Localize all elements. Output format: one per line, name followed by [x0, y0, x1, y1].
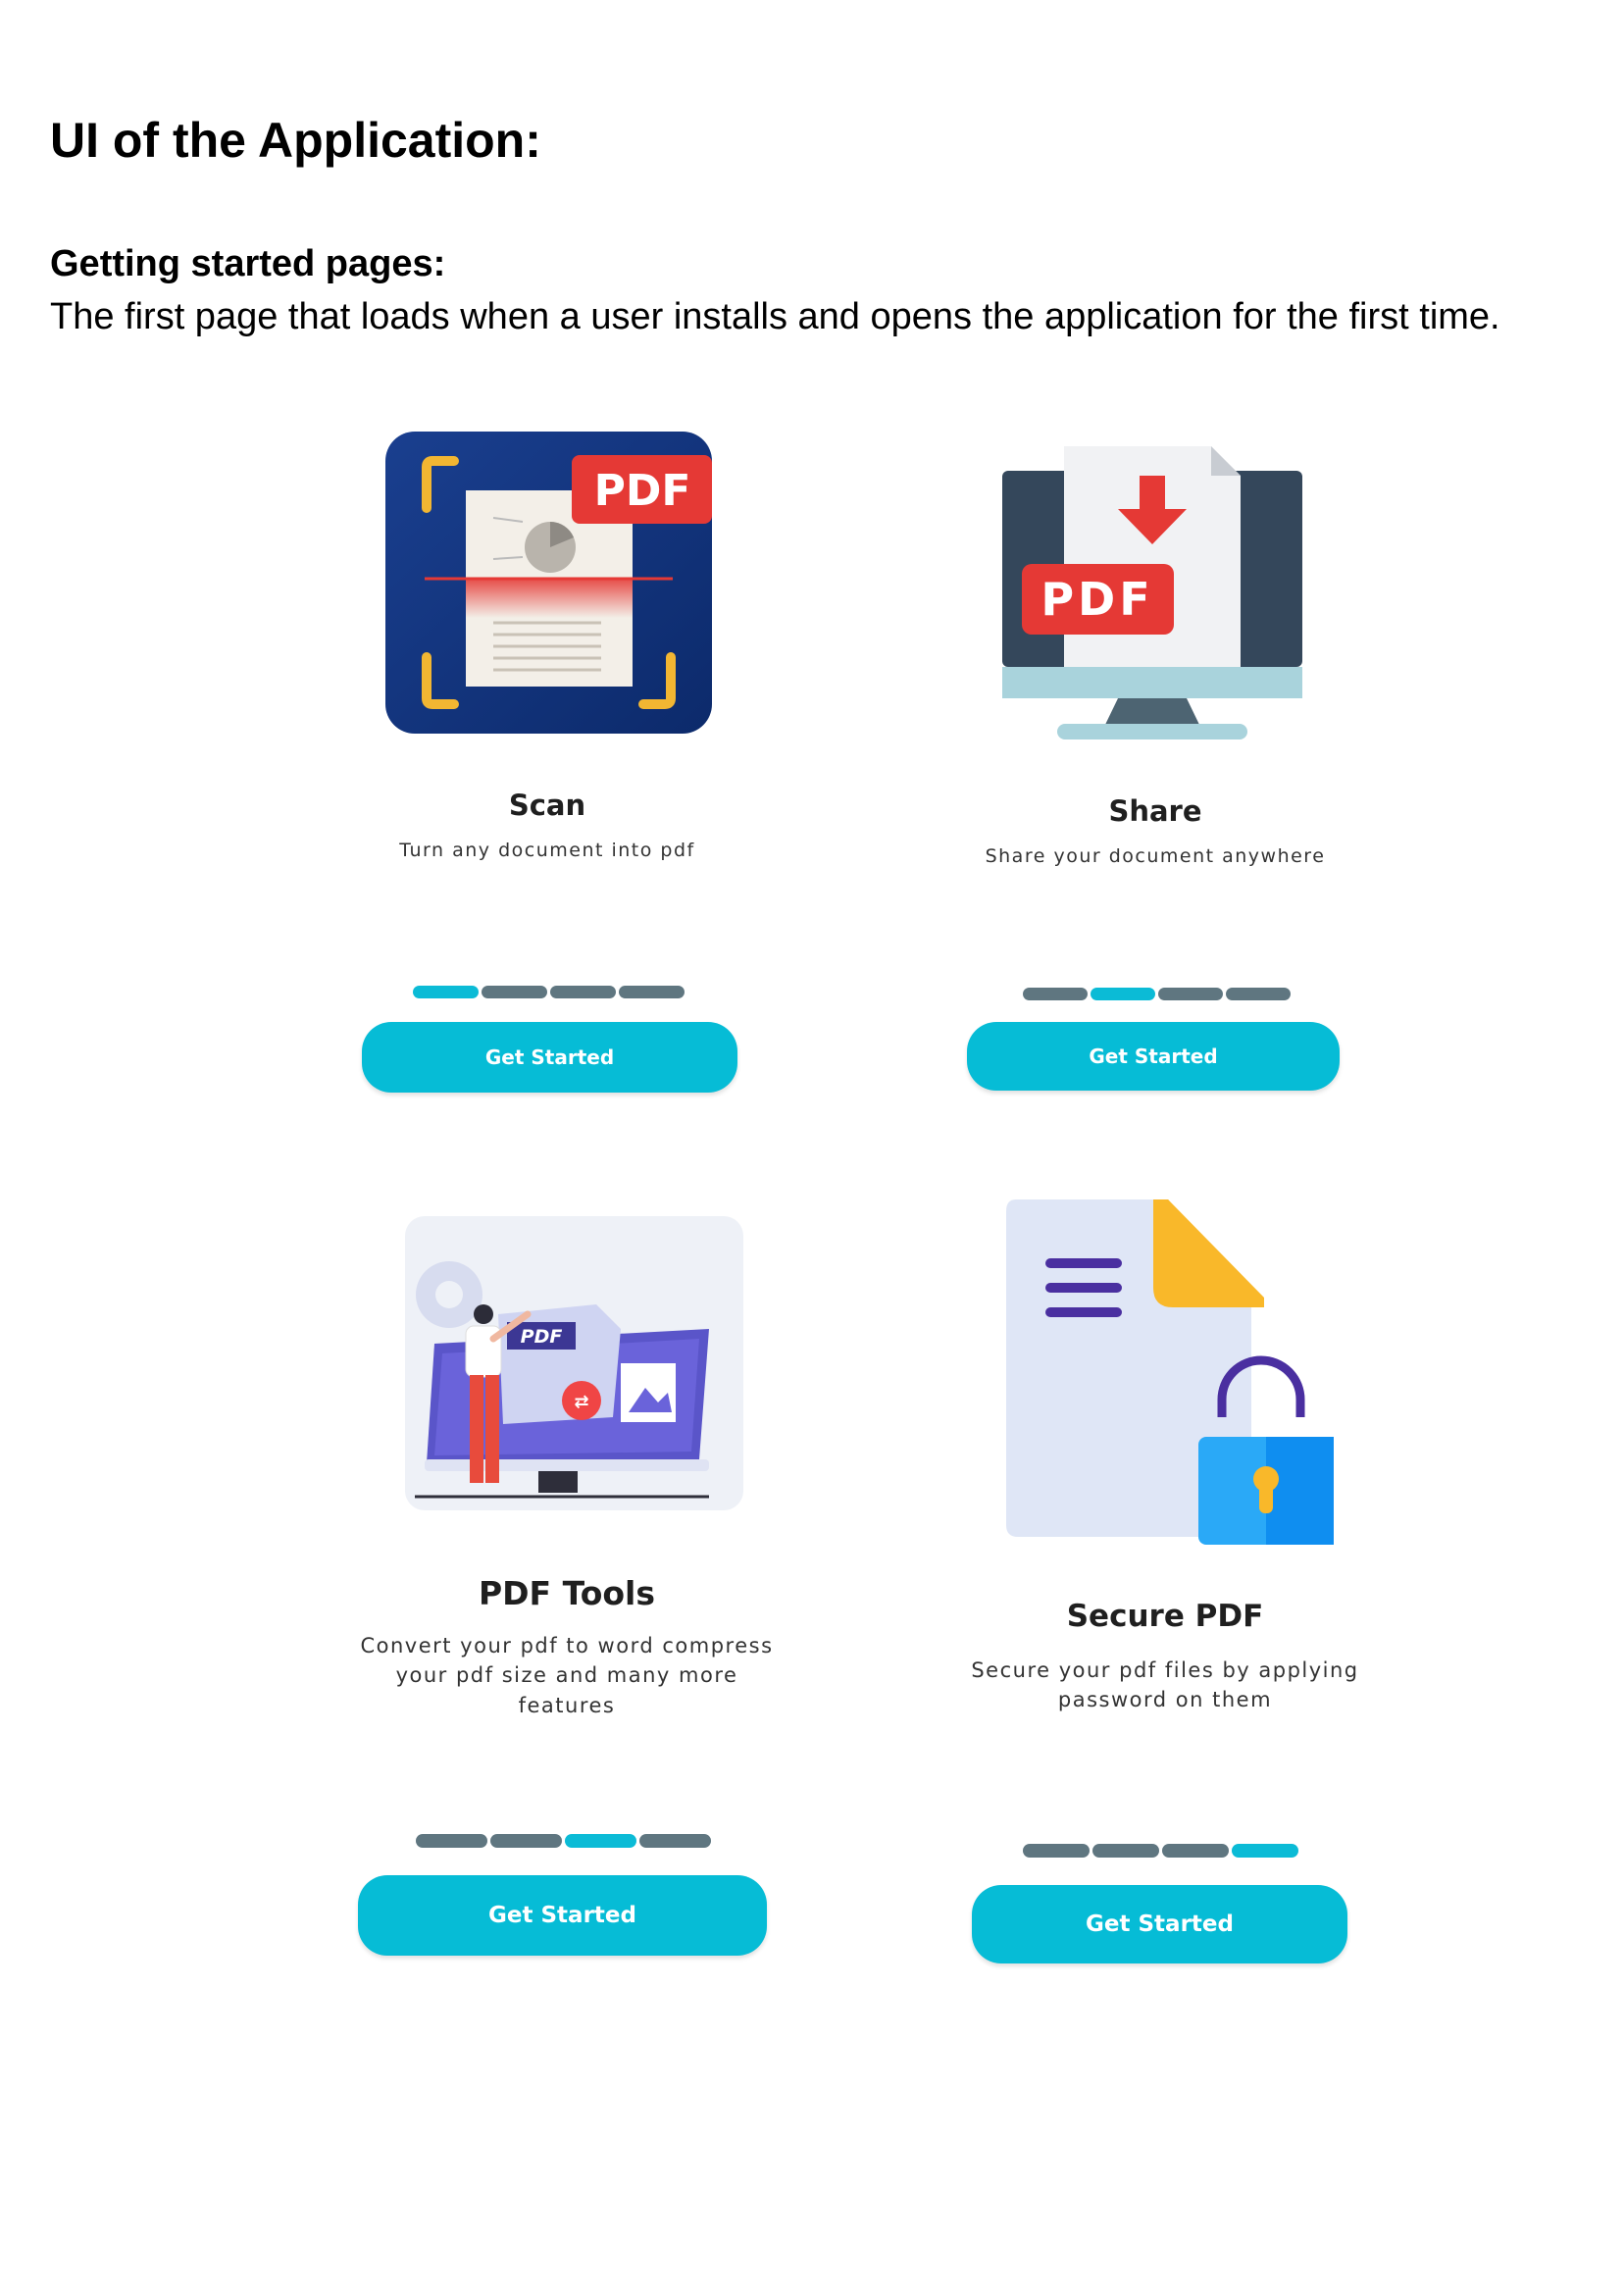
get-started-button[interactable]: Get Started — [972, 1885, 1347, 1963]
onboarding-screen-pdf-tools: PDF ⇄ PDF Tools Convert your pdf to word… — [292, 1192, 841, 1976]
page-dot-4 — [1226, 988, 1291, 1000]
document-title: UI of the Application: — [50, 113, 541, 168]
onboarding-screen-scan: PDF Scan Turn any document into pdf Get … — [273, 422, 822, 1108]
subtitle-line-2: password on them — [1057, 1688, 1273, 1712]
get-started-button[interactable]: Get Started — [362, 1022, 737, 1093]
screen-title: Scan — [508, 789, 586, 822]
page-indicator — [416, 1834, 711, 1848]
page-dot-3 — [565, 1834, 636, 1848]
secure-file-lock-icon — [1006, 1199, 1334, 1545]
page-indicator — [1023, 1844, 1298, 1858]
onboarding-screen-share: PDF Share Share your document anywhere G… — [881, 422, 1430, 1108]
scan-pdf-badge: PDF — [594, 466, 691, 516]
page-dot-3 — [1158, 988, 1223, 1000]
get-started-button[interactable]: Get Started — [967, 1022, 1340, 1091]
tools-pdf-badge: PDF — [521, 1326, 563, 1348]
scan-document-icon: PDF — [385, 432, 712, 734]
svg-text:⇄: ⇄ — [574, 1392, 588, 1412]
page-dot-2 — [482, 986, 547, 998]
subtitle-line-2: your pdf size and many more — [395, 1663, 738, 1688]
monitor-download-icon: PDF — [1002, 446, 1302, 739]
page-dot-4 — [639, 1834, 711, 1848]
page-indicator — [413, 986, 685, 998]
page-dot-4 — [619, 986, 685, 998]
page-dot-1 — [1023, 988, 1088, 1000]
subtitle-line-1: Secure your pdf files by applying — [971, 1658, 1359, 1682]
page-dot-3 — [550, 986, 616, 998]
page-dot-2 — [1091, 988, 1155, 1000]
page-dot-1 — [413, 986, 479, 998]
screen-subtitle: Secure your pdf files by applying passwo… — [890, 1656, 1440, 1715]
screen-title: Secure PDF — [1066, 1599, 1264, 1634]
page-dot-2 — [1092, 1844, 1159, 1858]
get-started-button[interactable]: Get Started — [358, 1875, 767, 1956]
share-pdf-badge: PDF — [1040, 573, 1153, 626]
section-title: Getting started pages: — [50, 243, 446, 284]
subtitle-line-1: Convert your pdf to word compress — [360, 1634, 774, 1657]
page-inditor — [1023, 988, 1291, 1000]
screen-subtitle: Turn any document into pdf — [399, 840, 695, 861]
screen-subtitle: Share your document anywhere — [985, 845, 1326, 867]
subtitle-line-3: features — [518, 1693, 616, 1717]
section-description: The first page that loads when a user in… — [50, 296, 1500, 337]
pdf-tools-illustration: PDF ⇄ — [405, 1216, 743, 1510]
page-dot-3 — [1162, 1844, 1229, 1858]
screen-title: PDF Tools — [478, 1574, 656, 1612]
page-dot-2 — [490, 1834, 562, 1848]
onboarding-screen-secure-pdf: Secure PDF Secure your pdf files by appl… — [890, 1187, 1440, 1991]
page-dot-1 — [416, 1834, 487, 1848]
page-dot-4 — [1232, 1844, 1298, 1858]
page-dot-1 — [1023, 1844, 1090, 1858]
screen-subtitle: Convert your pdf to word compress your p… — [292, 1631, 841, 1720]
screen-title: Share — [1108, 794, 1202, 828]
